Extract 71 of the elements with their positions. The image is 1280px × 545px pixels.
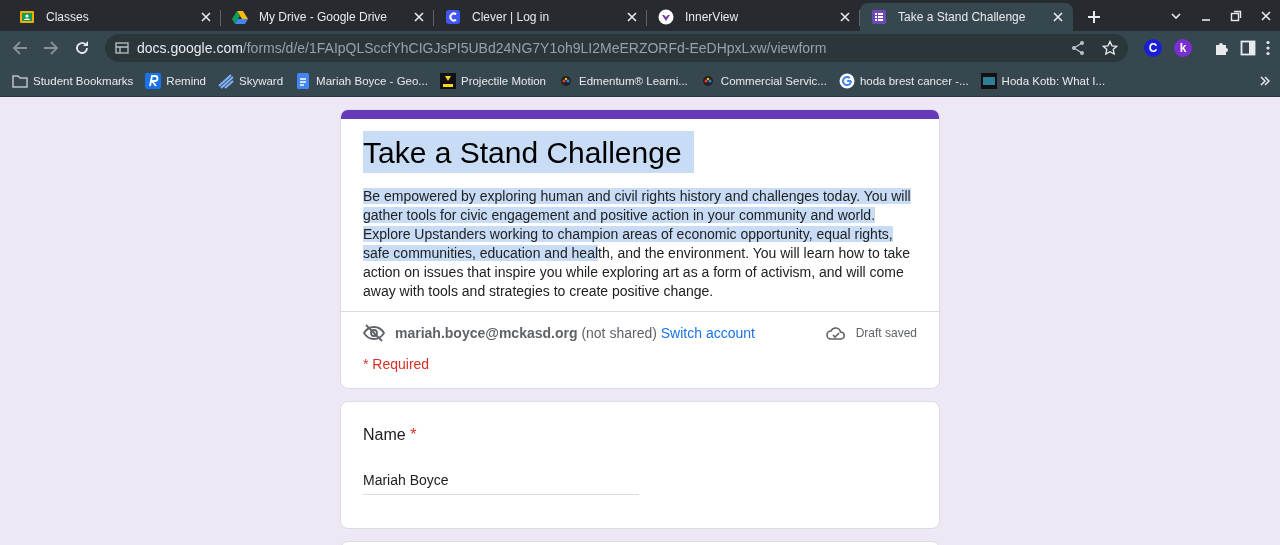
browser-tab[interactable]: InnerView xyxy=(647,3,860,31)
classroom-icon xyxy=(19,9,35,25)
news-logo-icon xyxy=(980,72,997,89)
tab-title: InnerView xyxy=(685,10,740,24)
question-label: Name * xyxy=(363,426,418,444)
bookmark-title: Projectile Motion xyxy=(460,74,546,87)
browser-tab[interactable]: Clever | Log in xyxy=(434,3,647,31)
chevron-down-icon[interactable] xyxy=(1170,10,1182,22)
bookmark-title: Remind xyxy=(166,74,206,87)
forward-arrow-icon[interactable] xyxy=(43,40,59,56)
site-info-icon[interactable] xyxy=(115,41,129,55)
folder-icon xyxy=(12,72,28,89)
side-panel-icon[interactable] xyxy=(1240,40,1256,56)
eye-slash-icon xyxy=(363,324,385,342)
bookmark-title: Mariah Boyce - Geo... xyxy=(316,74,428,87)
bookmark-title: Student Bookmarks xyxy=(33,74,134,87)
stripes-icon xyxy=(218,72,234,89)
google-logo-icon xyxy=(838,72,855,89)
bookmark[interactable]: hoda brest cancer -... xyxy=(838,72,969,89)
bookmark-title: hoda brest cancer -... xyxy=(859,74,969,87)
close-icon[interactable] xyxy=(1260,10,1272,22)
address-bar[interactable]: docs.google.com/forms/d/e/1FAIpQLSccfYhCIGJsPI5UBd24NG7Y1oh9LI2MeERZORFd-EeDHpxLxw/viewform xyxy=(105,34,1128,62)
bookmark[interactable]: Hoda Kotb: What I... xyxy=(980,72,1106,89)
cloud-check-icon xyxy=(825,326,846,340)
bookmark[interactable]: Student Bookmarks xyxy=(12,72,134,89)
close-icon[interactable] xyxy=(839,11,851,23)
tab-title: Clever | Log in xyxy=(472,10,551,24)
form-title: Take a Stand Challenge xyxy=(363,131,694,173)
bookmark-title: Edmentum® Learni... xyxy=(579,74,688,87)
close-icon[interactable] xyxy=(1052,11,1064,23)
account-text: mariah.boyce@mckasd.org (not shared) Switch account xyxy=(395,325,755,341)
swoosh-logo-icon xyxy=(145,72,162,89)
switch-account-link[interactable]: Switch account xyxy=(660,325,755,341)
close-icon[interactable] xyxy=(200,11,212,23)
bookmark-title: Commercial Servic... xyxy=(720,74,827,87)
bookmark[interactable]: Remind xyxy=(145,72,206,89)
document-icon xyxy=(295,72,312,89)
extension-button[interactable]: k xyxy=(1174,39,1192,57)
triangle-logo-icon xyxy=(232,9,248,25)
form-description: Be empowered by exploring human and civil rights history and challenges today. You will gather tools for civic engagement and positive action in your community and world. Explore Upstanders working to champion areas of economic opportunity, equal rights, safe communities, education and health, and the environment. You will learn how to take action on issues that inspire you while exploring art as a form of activism, and will come away with tools and strategies to create positive change. xyxy=(363,187,912,301)
tab-title: Take a Stand Challenge xyxy=(898,10,1027,24)
browser-tab[interactable]: Take a Stand Challenge xyxy=(860,3,1073,31)
bookmark[interactable]: Commercial Servic... xyxy=(699,72,827,89)
save-status: Draft saved xyxy=(855,326,917,340)
browser-tab[interactable]: Classes xyxy=(8,3,221,31)
tab-title: Classes xyxy=(46,10,90,24)
star-icon[interactable] xyxy=(1102,40,1118,56)
close-icon[interactable] xyxy=(413,11,425,23)
share-icon[interactable] xyxy=(1070,40,1086,56)
puzzle-piece-icon[interactable] xyxy=(1214,40,1230,56)
bookmark[interactable]: Projectile Motion xyxy=(439,72,546,89)
list-icon xyxy=(871,9,887,25)
bookmark-title: Hoda Kotb: What I... xyxy=(1001,74,1106,87)
reload-icon[interactable] xyxy=(74,40,90,56)
bookmark[interactable]: Edmentum® Learni... xyxy=(558,72,688,89)
more-menu-icon[interactable] xyxy=(1266,40,1270,56)
double-chevron-icon[interactable] xyxy=(1260,75,1270,86)
bookmark[interactable]: Skyward xyxy=(218,72,284,89)
phet-logo-icon xyxy=(439,72,456,89)
back-arrow-icon[interactable] xyxy=(12,40,28,56)
url-text: docs.google.com/forms/d/e/1FAIpQLSccfYhCIGJsPI5UBd24NG7Y1oh9LI2MeERZORFd-EeDHpxLxw/viewform xyxy=(137,40,827,56)
required-note: * Required xyxy=(363,356,431,372)
extension-button[interactable]: C xyxy=(1144,39,1162,57)
close-icon[interactable] xyxy=(626,11,638,23)
browser-tab[interactable]: My Drive - Google Drive xyxy=(221,3,434,31)
bookmark[interactable]: Mariah Boyce - Geo... xyxy=(295,72,428,89)
tab-title: My Drive - Google Drive xyxy=(259,10,389,24)
letter-c-icon xyxy=(445,9,461,25)
new-tab-icon[interactable] xyxy=(1087,10,1101,24)
bookmark-title: Skyward xyxy=(239,74,284,87)
restore-icon[interactable] xyxy=(1230,10,1242,22)
